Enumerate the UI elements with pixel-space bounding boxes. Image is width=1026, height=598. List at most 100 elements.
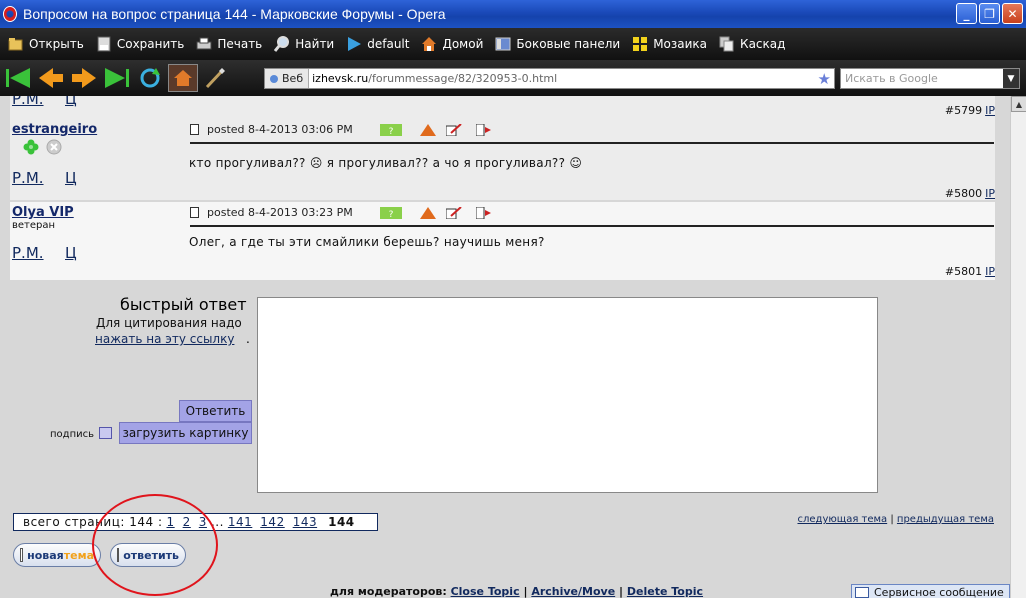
edit-icon[interactable] <box>445 206 462 219</box>
reload-button[interactable] <box>135 64 165 92</box>
rewind-icon <box>6 68 30 88</box>
post: estrangeiro posted 8-4-2013 03:06 PM ? к… <box>10 119 995 200</box>
post-author[interactable]: Olya VIP <box>12 205 74 220</box>
menu-tile[interactable]: Мозаика <box>632 36 707 52</box>
pm-link[interactable]: Р.М. <box>12 169 44 187</box>
url-host: izhevsk.ru <box>312 72 369 85</box>
post-doc-icon <box>190 207 199 218</box>
post-number: #5799 IP <box>945 104 995 117</box>
scroll-up-icon[interactable]: ▲ <box>1011 96 1026 112</box>
window-title: Вопросом на вопрос страница 144 - Марков… <box>23 6 446 22</box>
mod-separator: | <box>619 585 624 598</box>
menu-cascade-label: Каскад <box>740 37 786 51</box>
page-link[interactable]: 143 <box>293 515 317 529</box>
quote-link[interactable]: Ц <box>65 169 77 187</box>
quote-reply-icon[interactable] <box>475 123 492 136</box>
post-text: кто прогуливал?? ☹ я прогуливал?? а чо я… <box>189 156 583 170</box>
menu-toolbar: Открыть Сохранить Печать Найти default Д… <box>0 28 1026 60</box>
page-link[interactable]: 141 <box>228 515 252 529</box>
window-controls: _ ❐ ✕ <box>956 3 1023 24</box>
back-button[interactable] <box>36 64 66 92</box>
menu-home[interactable]: Домой <box>421 36 483 52</box>
post-author[interactable]: estrangeiro <box>12 122 97 137</box>
menu-open[interactable]: Открыть <box>8 36 84 52</box>
new-topic-label: новая <box>27 548 64 562</box>
next-topic-link[interactable]: следующая тема <box>797 514 887 525</box>
folder-open-icon <box>8 38 23 51</box>
author-rank: ветеран <box>12 220 56 231</box>
close-button[interactable]: ✕ <box>1002 3 1023 24</box>
document-icon <box>20 548 24 562</box>
flower-icon <box>23 139 39 155</box>
vertical-scrollbar[interactable]: ▲ <box>1010 96 1026 598</box>
wand-button[interactable] <box>201 64 231 92</box>
url-path: /forummessage/82/320953-0.html <box>368 72 558 85</box>
home-icon <box>422 37 437 51</box>
pm-link[interactable]: Р.М. <box>12 96 44 108</box>
ip-link[interactable]: IP <box>985 265 995 278</box>
menu-default-label: default <box>367 37 410 51</box>
new-topic-accent: тема <box>63 548 94 562</box>
post-fragment: Р.М. Ц #5799 IP <box>10 96 995 119</box>
post-doc-icon <box>190 124 199 135</box>
forward-button[interactable] <box>69 64 99 92</box>
page-content: Р.М. Ц #5799 IP estrangeiro posted 8-4-20… <box>0 96 1010 598</box>
upload-image-button[interactable]: загрузить картинку <box>119 422 252 444</box>
rewind-button[interactable] <box>3 64 33 92</box>
printer-icon <box>196 37 212 50</box>
quote-link[interactable]: Ц <box>65 96 77 108</box>
topic-navigation: следующая тема | предыдущая тема <box>797 514 994 525</box>
bookmark-star-icon[interactable]: ★ <box>818 70 831 88</box>
menu-find[interactable]: Найти <box>274 36 334 52</box>
signature-checkbox[interactable] <box>99 427 112 439</box>
quote-link[interactable]: Ц <box>65 244 77 262</box>
close-topic-link[interactable]: Close Topic <box>451 585 520 598</box>
fast-forward-button[interactable] <box>102 64 132 92</box>
warning-icon[interactable] <box>419 123 436 136</box>
menu-default[interactable]: default <box>346 36 409 52</box>
forward-arrow-icon <box>72 68 96 88</box>
delete-topic-link[interactable]: Delete Topic <box>627 585 703 598</box>
quote-link-text[interactable]: нажать на эту ссылку <box>95 332 234 346</box>
warning-icon[interactable] <box>419 206 436 219</box>
service-message[interactable]: Сервисное сообщение <box>851 584 1010 598</box>
signature-label: подпись <box>50 429 94 440</box>
menu-print[interactable]: Печать <box>196 36 262 52</box>
profile-icon[interactable]: ? <box>379 123 402 136</box>
reply-submit-button[interactable]: Ответить <box>179 400 252 422</box>
offline-status-icon <box>46 139 62 155</box>
menu-panels[interactable]: Боковые панели <box>495 36 620 52</box>
fast-forward-icon <box>105 68 129 88</box>
prev-topic-link[interactable]: предыдущая тема <box>897 514 994 525</box>
message-icon <box>855 586 869 598</box>
post-info: posted 8-4-2013 03:06 PM ? <box>190 123 492 136</box>
menu-cascade[interactable]: Каскад <box>719 36 785 52</box>
post-text: Олег, а где ты эти смайлики берешь? науч… <box>189 235 545 249</box>
window-titlebar: Вопросом на вопрос страница 144 - Марков… <box>0 0 1026 28</box>
page-link[interactable]: 142 <box>260 515 284 529</box>
menu-save[interactable]: Сохранить <box>96 36 184 52</box>
minimize-button[interactable]: _ <box>956 3 977 24</box>
address-bar[interactable]: Веб izhevsk.ru/forummessage/82/320953-0.… <box>264 68 835 89</box>
panels-icon <box>495 37 511 51</box>
ip-link[interactable]: IP <box>985 104 995 117</box>
post-number: #5801 IP <box>945 265 995 278</box>
home-nav-button[interactable] <box>168 64 198 92</box>
ip-link[interactable]: IP <box>985 187 995 200</box>
magnifier-icon <box>274 36 290 52</box>
new-topic-button[interactable]: новая тема <box>13 543 101 567</box>
quick-reply-title: быстрый ответ <box>120 295 247 314</box>
cascade-icon <box>719 36 734 52</box>
edit-icon[interactable] <box>445 123 462 136</box>
search-box[interactable]: Искать в Google ▼ <box>840 68 1020 89</box>
url-text[interactable]: izhevsk.ru/forummessage/82/320953-0.html <box>309 72 557 85</box>
search-dropdown-icon[interactable]: ▼ <box>1003 69 1019 88</box>
restore-button[interactable]: ❐ <box>979 3 1000 24</box>
archive-move-link[interactable]: Archive/Move <box>531 585 615 598</box>
menu-tile-label: Мозаика <box>653 37 708 51</box>
reply-textarea[interactable] <box>257 297 878 493</box>
navigation-bar: Веб izhevsk.ru/forummessage/82/320953-0.… <box>0 60 1026 96</box>
quote-reply-icon[interactable] <box>475 206 492 219</box>
pm-link[interactable]: Р.М. <box>12 244 44 262</box>
profile-icon[interactable]: ? <box>379 206 402 219</box>
